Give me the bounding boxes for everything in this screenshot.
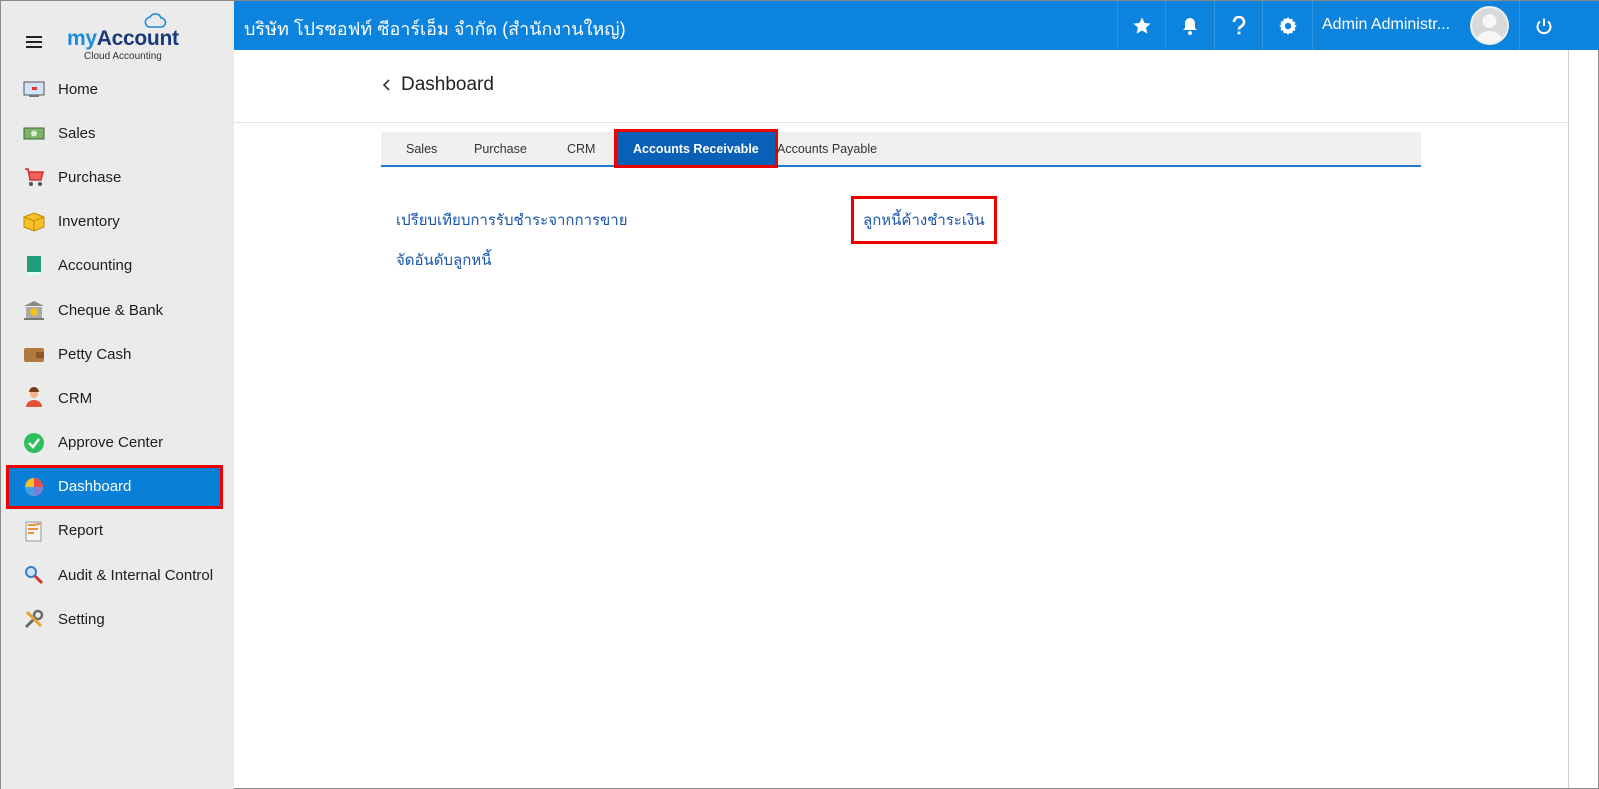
- sidebar-menu: Home Sales Purchase Inventory Accounting…: [1, 67, 234, 641]
- back-chevron-icon[interactable]: [381, 78, 393, 92]
- sidebar-item-petty-cash[interactable]: Petty Cash: [1, 332, 234, 376]
- book-icon: [27, 255, 41, 275]
- sidebar-item-approve-center[interactable]: Approve Center: [1, 421, 234, 465]
- check-circle-icon: [24, 432, 44, 453]
- home-icon: [23, 81, 45, 98]
- page-title: Dashboard: [401, 74, 494, 95]
- sidebar-item-label: Sales: [58, 124, 96, 142]
- tab-purchase[interactable]: Purchase: [474, 132, 527, 165]
- sidebar-item-label: Setting: [58, 610, 105, 628]
- user-name: Admin Administr...: [1322, 16, 1451, 33]
- tools-icon: [24, 610, 44, 629]
- sidebar-item-label: Petty Cash: [58, 345, 132, 363]
- sidebar-item-label: Cheque & Bank: [58, 301, 164, 319]
- crm-icon: [26, 387, 42, 408]
- sidebar-item-accounting[interactable]: Accounting: [1, 244, 234, 288]
- brand: myAccount Cloud Accounting: [1, 1, 234, 67]
- notifications-button[interactable]: [1165, 1, 1214, 50]
- bank-icon: [24, 301, 44, 321]
- tab-accounts-payable[interactable]: Accounts Payable: [777, 132, 877, 165]
- sidebar-item-setting[interactable]: Setting: [1, 597, 234, 641]
- report-icon: [25, 521, 42, 542]
- box-icon: [23, 212, 45, 232]
- sidebar-item-label: Accounting: [58, 257, 133, 275]
- report-link-payment-comparison[interactable]: เปรียบเทียบการรับชำระจากการขาย: [396, 208, 628, 232]
- sidebar-item-label: Dashboard: [58, 478, 132, 496]
- sidebar-item-label: Purchase: [58, 168, 122, 186]
- help-button[interactable]: [1214, 1, 1262, 50]
- sidebar: myAccount Cloud Accounting Home Sales Pu…: [1, 1, 234, 789]
- power-icon: [1536, 18, 1551, 34]
- wallet-icon: [24, 348, 44, 363]
- sidebar-item-crm[interactable]: CRM: [1, 376, 234, 420]
- sidebar-item-inventory[interactable]: Inventory: [1, 200, 234, 244]
- sidebar-item-cheque-bank[interactable]: Cheque & Bank: [1, 288, 234, 332]
- tab-crm[interactable]: CRM: [567, 132, 595, 165]
- logout-button[interactable]: [1519, 1, 1567, 50]
- sales-icon: [23, 127, 45, 140]
- sidebar-item-label: Inventory: [58, 213, 120, 231]
- sidebar-item-report[interactable]: Report: [1, 509, 234, 553]
- magnifier-icon: [25, 566, 44, 585]
- gear-icon: [1278, 16, 1297, 35]
- hamburger-menu-icon[interactable]: [26, 36, 42, 48]
- cart-icon: [25, 168, 44, 187]
- dashboard-tabs: Sales Purchase CRM Accounts Receivable A…: [381, 129, 1421, 168]
- brand-name: myAccount: [67, 27, 179, 51]
- app-logo[interactable]: myAccount Cloud Accounting: [67, 11, 187, 65]
- report-link-debtor-ranking[interactable]: จัดอันดับลูกหนี้: [396, 248, 491, 272]
- company-name: บริษัท โปรซอฟท์ ซีอาร์เอ็ม จำกัด (สำนักง…: [244, 19, 626, 39]
- report-link-overdue-debtors[interactable]: ลูกหนี้ค้างชำระเงิน: [851, 196, 997, 244]
- avatar[interactable]: [1470, 6, 1509, 45]
- star-icon: [1132, 17, 1151, 34]
- content-border: [1568, 50, 1569, 788]
- sidebar-item-dashboard[interactable]: Dashboard: [6, 464, 223, 509]
- sidebar-item-label: Report: [58, 522, 104, 540]
- user-avatar-icon: [1476, 14, 1503, 43]
- question-icon: [1232, 15, 1245, 34]
- page-header: Dashboard: [234, 50, 1568, 123]
- sidebar-item-sales[interactable]: Sales: [1, 111, 234, 155]
- sidebar-item-label: Audit & Internal Control: [58, 566, 214, 584]
- tab-accounts-receivable[interactable]: Accounts Receivable: [614, 129, 778, 168]
- sidebar-item-home[interactable]: Home: [1, 67, 234, 111]
- tab-sales[interactable]: Sales: [406, 132, 437, 165]
- sidebar-item-purchase[interactable]: Purchase: [1, 155, 234, 199]
- settings-button[interactable]: [1262, 1, 1312, 50]
- brand-my: my: [67, 27, 97, 50]
- top-bar: บริษัท โปรซอฟท์ ซีอาร์เอ็ม จำกัด (สำนักง…: [234, 1, 1599, 50]
- bell-icon: [1183, 17, 1197, 35]
- brand-account: Account: [96, 27, 179, 50]
- pie-chart-icon: [25, 477, 43, 496]
- sidebar-item-label: CRM: [58, 389, 93, 407]
- sidebar-item-audit[interactable]: Audit & Internal Control: [1, 553, 234, 597]
- brand-subtitle: Cloud Accounting: [84, 51, 162, 62]
- favorites-button[interactable]: [1117, 1, 1165, 50]
- sidebar-item-label: Approve Center: [58, 434, 164, 452]
- sidebar-item-label: Home: [58, 80, 99, 98]
